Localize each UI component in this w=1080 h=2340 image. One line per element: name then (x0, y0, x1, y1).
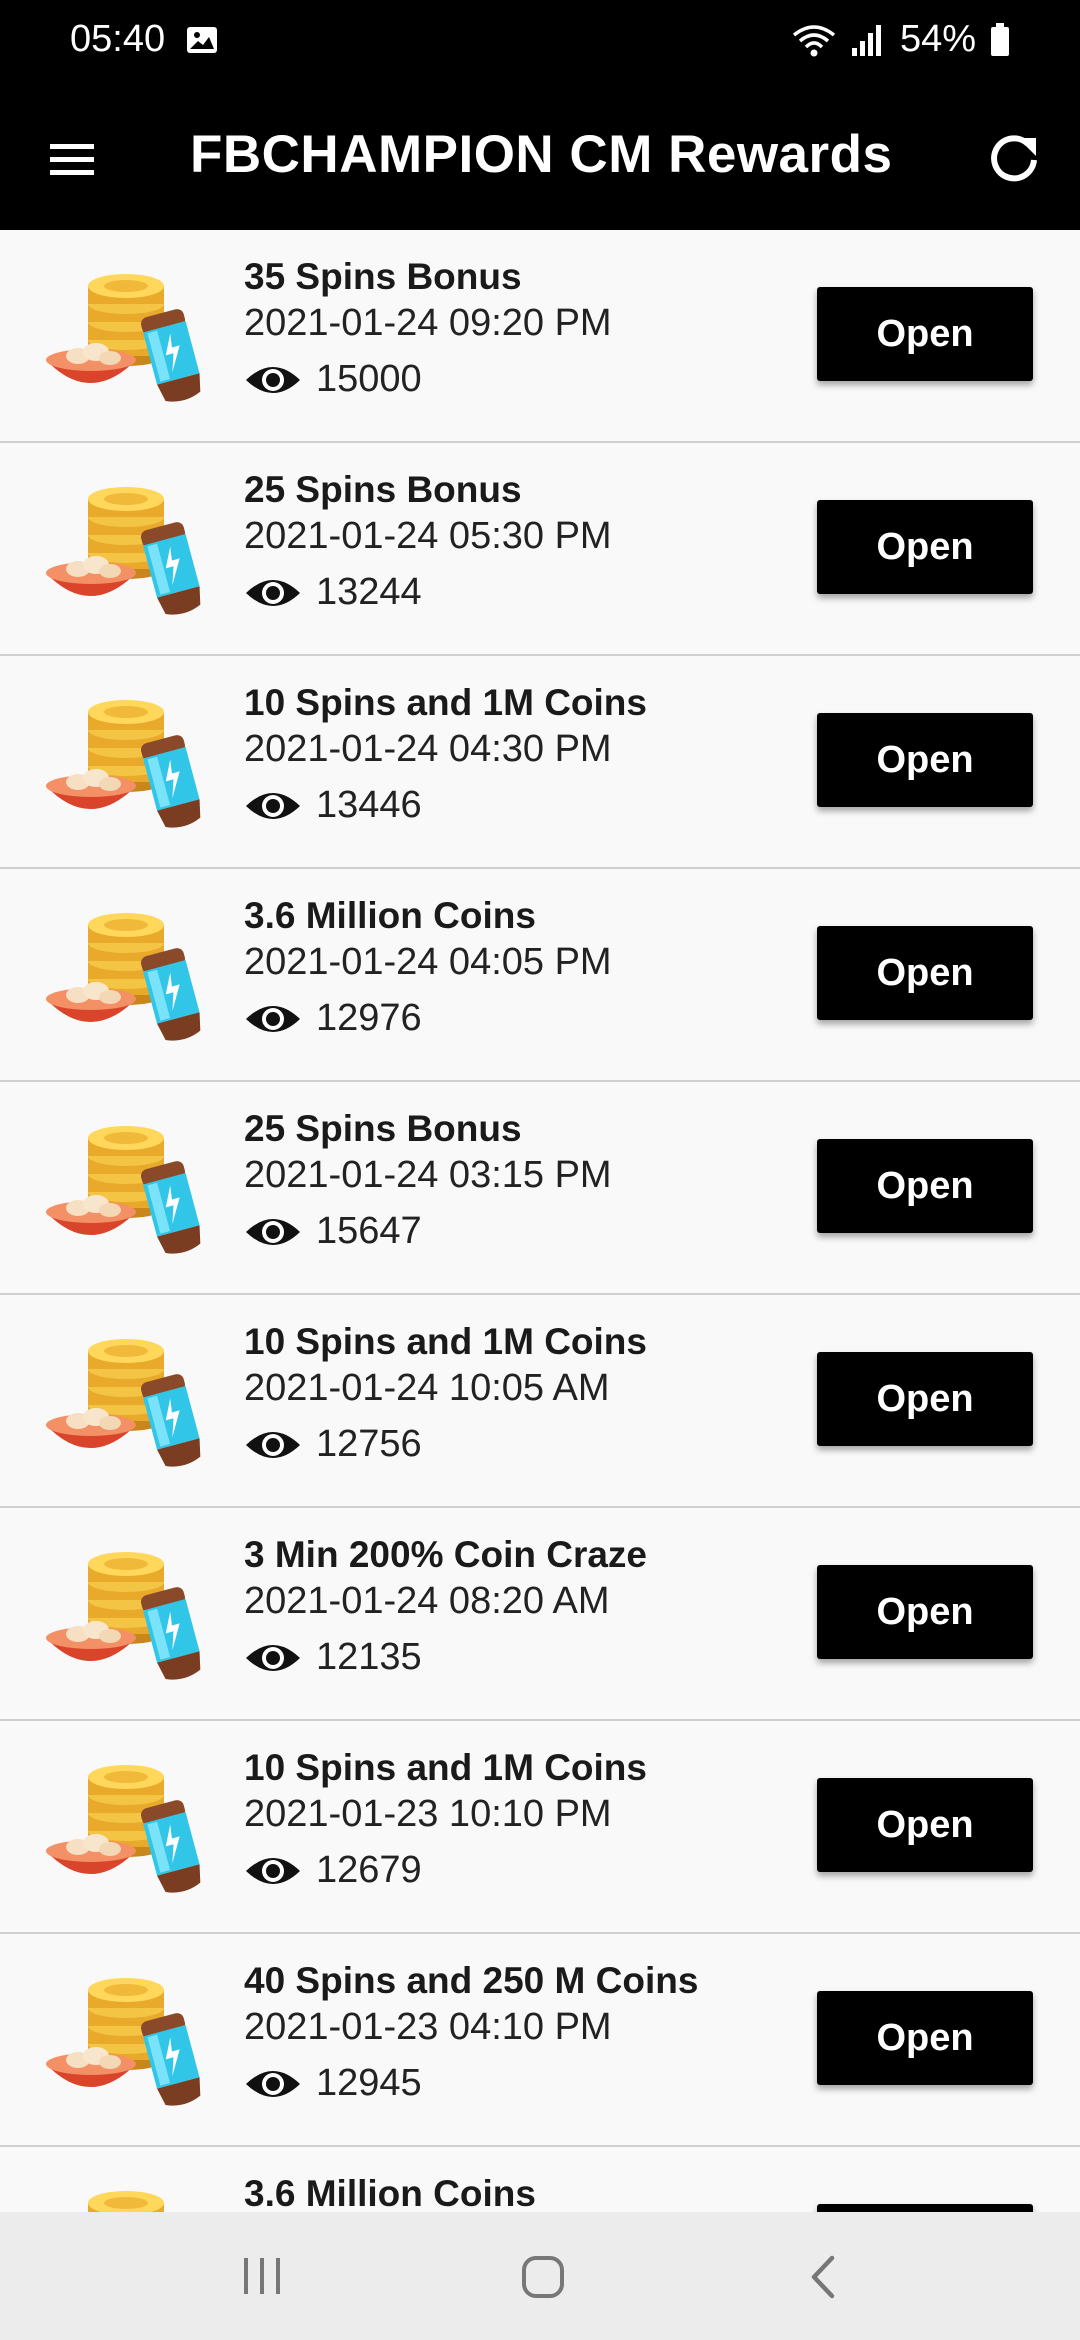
list-item[interactable]: 3.6 Million Coins 2021-01-24 04:05 PM 12… (0, 869, 1080, 1082)
open-button[interactable]: Open (817, 287, 1033, 381)
view-count-group: 13446 (244, 784, 422, 827)
status-right-group: 54% (792, 18, 1010, 61)
view-count-group: 12135 (244, 1636, 422, 1679)
eye-icon (246, 1857, 300, 1884)
list-item[interactable]: 10 Spins and 1M Coins 2021-01-24 10:05 A… (0, 1295, 1080, 1508)
home-icon[interactable] (520, 2254, 566, 2300)
list-item[interactable]: 25 Spins Bonus 2021-01-24 03:15 PM 15647… (0, 1082, 1080, 1295)
list-item[interactable]: 10 Spins and 1M Coins 2021-01-24 04:30 P… (0, 656, 1080, 869)
view-count: 12679 (316, 1849, 422, 1891)
coins-spins-icon (46, 1552, 201, 1680)
app-bar: FBCHAMPION CM Rewards (0, 88, 1080, 230)
view-count: 12135 (316, 1636, 422, 1678)
coins-spins-icon (46, 700, 201, 828)
open-button[interactable]: Open (817, 500, 1033, 594)
list-item[interactable]: 25 Spins Bonus 2021-01-24 05:30 PM 13244… (0, 443, 1080, 656)
reward-date: 2021-01-24 09:20 PM (244, 302, 612, 344)
reward-title: 3 Min 200% Coin Craze (244, 1534, 648, 1575)
view-count: 15647 (316, 1210, 422, 1252)
open-button[interactable]: Open (817, 1139, 1033, 1233)
reward-date: 2021-01-23 10:10 PM (244, 1793, 612, 1835)
view-count: 13244 (316, 571, 422, 613)
reward-title: 10 Spins and 1M Coins (244, 682, 647, 723)
reward-date: 2021-01-24 08:20 AM (244, 1580, 610, 1622)
recent-apps-icon[interactable] (240, 2254, 286, 2298)
open-button[interactable]: Open (817, 1352, 1033, 1446)
status-bar: 05:40 54% (0, 0, 1080, 88)
eye-icon (246, 366, 300, 393)
open-button[interactable]: Open (817, 1565, 1033, 1659)
signal-icon (851, 24, 881, 56)
open-button[interactable]: Open (817, 2204, 1033, 2212)
refresh-icon[interactable] (982, 126, 1046, 190)
page-title: FBCHAMPION CM Rewards (190, 125, 893, 184)
battery-percentage: 54% (899, 18, 976, 60)
eye-icon (246, 1431, 300, 1458)
view-count: 12976 (316, 997, 422, 1039)
list-item[interactable]: 3.6 Million Coins 2021-01-23 08:10 PM Op… (0, 2147, 1080, 2212)
reward-date: 2021-01-24 10:05 AM (244, 1367, 610, 1409)
navigation-bar (0, 2212, 1080, 2340)
reward-title: 10 Spins and 1M Coins (244, 1747, 647, 1788)
open-button[interactable]: Open (817, 1991, 1033, 2085)
reward-title: 35 Spins Bonus (244, 256, 522, 297)
view-count-group: 12679 (244, 1849, 422, 1892)
eye-icon (246, 1218, 300, 1245)
open-button[interactable]: Open (817, 926, 1033, 1020)
reward-date: 2021-01-24 04:05 PM (244, 941, 612, 983)
coins-spins-icon (46, 913, 201, 1041)
reward-title: 3.6 Million Coins (244, 2173, 536, 2212)
reward-title: 3.6 Million Coins (244, 895, 536, 936)
coins-spins-icon (46, 1339, 201, 1467)
reward-date: 2021-01-24 03:15 PM (244, 1154, 612, 1196)
coins-spins-icon (46, 274, 201, 402)
reward-title: 25 Spins Bonus (244, 1108, 522, 1149)
reward-title: 10 Spins and 1M Coins (244, 1321, 647, 1362)
view-count-group: 12945 (244, 2062, 422, 2105)
coins-spins-icon (46, 1765, 201, 1893)
coins-spins-icon (46, 487, 201, 615)
view-count-group: 13244 (244, 571, 422, 614)
status-time: 05:40 (70, 18, 166, 60)
reward-title: 25 Spins Bonus (244, 469, 522, 510)
view-count-group: 12756 (244, 1423, 422, 1466)
eye-icon (246, 2070, 300, 2097)
eye-icon (246, 579, 300, 606)
eye-icon (246, 1005, 300, 1032)
rewards-list[interactable]: 35 Spins Bonus 2021-01-24 09:20 PM 15000… (0, 230, 1080, 2212)
battery-icon (991, 22, 1009, 56)
open-button[interactable]: Open (817, 1778, 1033, 1872)
coins-spins-icon (88, 2191, 164, 2212)
reward-date: 2021-01-24 05:30 PM (244, 515, 612, 557)
menu-icon[interactable] (44, 134, 100, 184)
reward-date: 2021-01-24 04:30 PM (244, 728, 612, 770)
view-count-group: 15647 (244, 1210, 422, 1253)
wifi-icon (792, 24, 836, 56)
gallery-icon (187, 27, 217, 53)
view-count: 15000 (316, 358, 422, 400)
list-item[interactable]: 10 Spins and 1M Coins 2021-01-23 10:10 P… (0, 1721, 1080, 1934)
open-button[interactable]: Open (817, 713, 1033, 807)
eye-icon (246, 792, 300, 819)
view-count: 13446 (316, 784, 422, 826)
view-count: 12756 (316, 1423, 422, 1465)
view-count: 12945 (316, 2062, 422, 2104)
coins-spins-icon (46, 1126, 201, 1254)
view-count-group: 12976 (244, 997, 422, 1040)
eye-icon (246, 1644, 300, 1671)
coins-spins-icon (46, 1978, 201, 2106)
reward-title: 40 Spins and 250 M Coins (244, 1960, 699, 2001)
reward-date: 2021-01-23 04:10 PM (244, 2006, 612, 2048)
view-count-group: 15000 (244, 358, 422, 401)
list-item[interactable]: 40 Spins and 250 M Coins 2021-01-23 04:1… (0, 1934, 1080, 2147)
back-icon[interactable] (806, 2254, 842, 2300)
list-item[interactable]: 35 Spins Bonus 2021-01-24 09:20 PM 15000… (0, 230, 1080, 443)
list-item[interactable]: 3 Min 200% Coin Craze 2021-01-24 08:20 A… (0, 1508, 1080, 1721)
